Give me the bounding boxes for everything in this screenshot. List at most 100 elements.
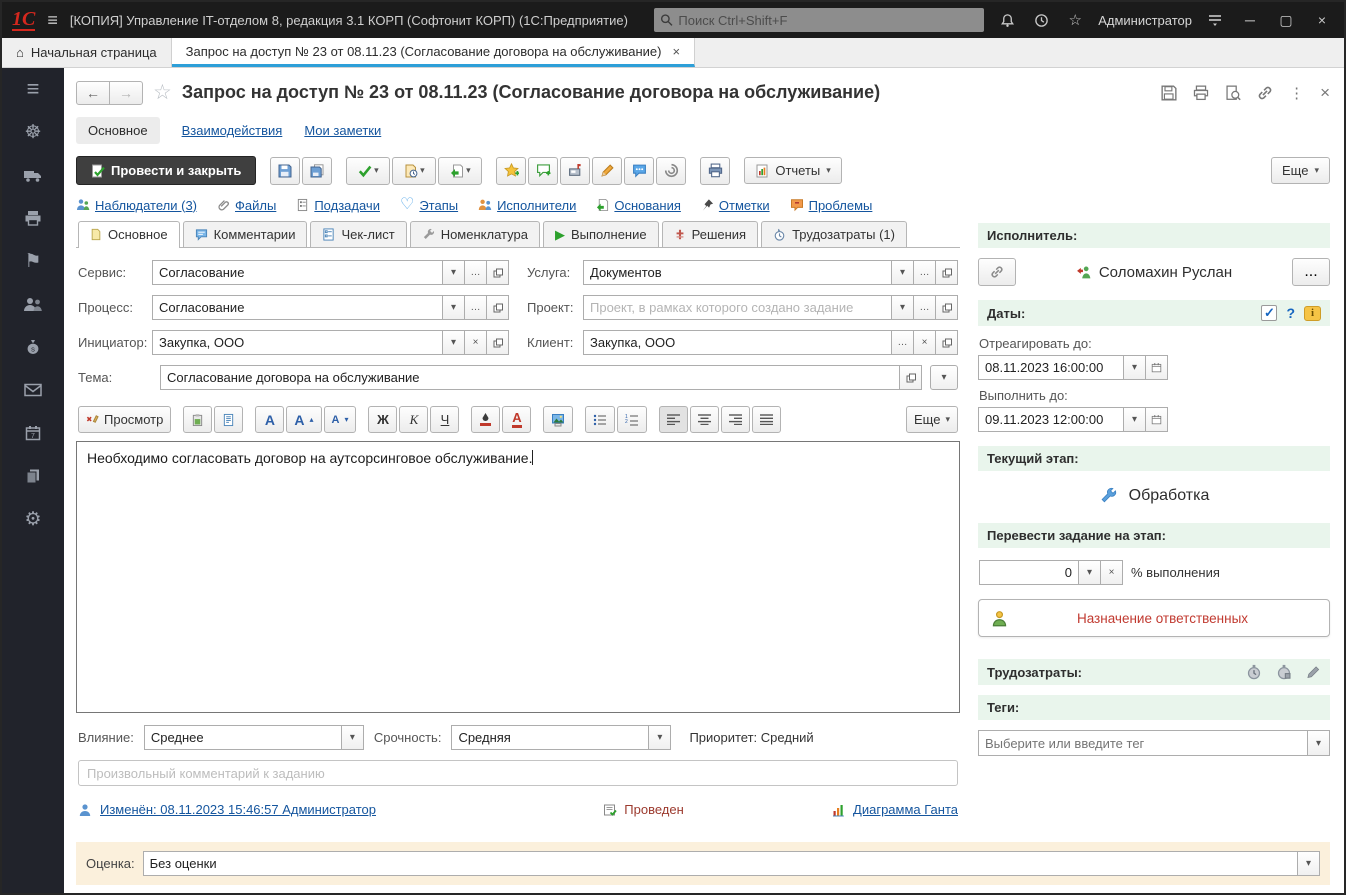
insert-picture-button[interactable] xyxy=(543,406,573,433)
italic-button[interactable]: К xyxy=(399,406,428,433)
observers-link[interactable]: Наблюдатели (3) xyxy=(76,198,197,213)
helpdesk-icon[interactable]: ☸ xyxy=(18,119,48,145)
tab-request[interactable]: Запрос на доступ № 23 от 08.11.23 (Согла… xyxy=(172,38,695,67)
offering-input[interactable] xyxy=(583,260,892,285)
react-until-dropdown[interactable]: ▾ xyxy=(1123,355,1146,380)
executor-value[interactable]: Соломахин Руслан xyxy=(1016,264,1292,281)
preview-icon[interactable] xyxy=(1225,85,1241,101)
dates-checkbox[interactable]: ✓ xyxy=(1261,305,1277,321)
urgency-input[interactable] xyxy=(451,725,649,750)
tab-execution[interactable]: ▶ Выполнение xyxy=(543,221,659,247)
post-and-close-button[interactable]: Провести и закрыть xyxy=(76,156,256,185)
paste-button[interactable] xyxy=(183,406,212,433)
align-justify-button[interactable] xyxy=(752,406,781,433)
dates-help-icon[interactable]: ? xyxy=(1286,305,1295,321)
font-smaller-button[interactable]: A▾ xyxy=(324,406,357,433)
settings-gear-icon[interactable]: ⚙ xyxy=(18,506,48,532)
more-button[interactable]: Еще ▾ xyxy=(1271,157,1330,184)
timer-start-icon[interactable] xyxy=(1246,664,1262,680)
client-open-button[interactable] xyxy=(935,330,958,355)
client-input[interactable] xyxy=(583,330,892,355)
tags-dropdown-button[interactable]: ▾ xyxy=(1307,730,1330,756)
tags-input[interactable] xyxy=(978,730,1308,756)
main-menu-icon[interactable]: ≡ xyxy=(47,10,58,31)
assign-responsible-button[interactable]: Назначение ответственных xyxy=(978,599,1330,637)
project-choose-button[interactable]: … xyxy=(913,295,936,320)
users-icon[interactable] xyxy=(18,291,48,317)
add-favorite-button[interactable] xyxy=(496,157,526,185)
documents-icon[interactable] xyxy=(18,463,48,489)
due-until-dropdown[interactable]: ▾ xyxy=(1123,407,1146,432)
mailbox-button[interactable] xyxy=(560,157,590,185)
finance-icon[interactable]: s xyxy=(18,334,48,360)
current-stage-value[interactable]: Обработка xyxy=(978,487,1330,505)
close-form-icon[interactable]: × xyxy=(1320,83,1330,103)
labor-edit-icon[interactable] xyxy=(1306,664,1321,680)
timer-stop-icon[interactable] xyxy=(1276,664,1292,680)
preview-toggle-button[interactable]: Просмотр xyxy=(78,406,171,433)
grounds-link[interactable]: Основания xyxy=(596,198,681,213)
process-choose-button[interactable]: … xyxy=(464,295,487,320)
tab-decisions[interactable]: Решения xyxy=(662,221,758,247)
delivery-icon[interactable] xyxy=(18,162,48,188)
close-window-button[interactable]: × xyxy=(1310,12,1334,28)
minimize-button[interactable]: ─ xyxy=(1238,12,1262,28)
process-dropdown-button[interactable]: ▾ xyxy=(442,295,465,320)
executor-link-button[interactable] xyxy=(978,258,1016,286)
dates-info-icon[interactable]: i xyxy=(1304,306,1321,321)
calendar-icon[interactable]: 7 xyxy=(18,420,48,446)
executor-choose-button[interactable]: ... xyxy=(1292,258,1330,286)
more-kebab-icon[interactable]: ⋮ xyxy=(1289,84,1304,102)
paste-text-button[interactable] xyxy=(214,406,243,433)
client-choose-button[interactable]: … xyxy=(891,330,914,355)
initiator-input[interactable] xyxy=(152,330,443,355)
process-open-button[interactable] xyxy=(486,295,509,320)
reports-button[interactable]: Отчеты ▾ xyxy=(744,157,841,184)
search-input[interactable] xyxy=(678,13,978,28)
global-search[interactable] xyxy=(654,8,984,32)
sections-menu-icon[interactable]: ≡ xyxy=(18,76,48,102)
align-left-button[interactable] xyxy=(659,406,688,433)
save-copy-button[interactable] xyxy=(302,157,332,185)
underline-button[interactable]: Ч xyxy=(430,406,459,433)
1c-logo-icon[interactable]: 1С xyxy=(12,9,35,31)
problems-link[interactable]: Проблемы xyxy=(790,198,873,213)
current-user[interactable]: Администратор xyxy=(1098,13,1192,28)
modified-link[interactable]: Изменён: 08.11.2023 15:46:57 Администрат… xyxy=(100,802,376,817)
offering-choose-button[interactable]: … xyxy=(913,260,936,285)
forward-button[interactable]: → xyxy=(109,81,143,105)
react-until-calendar-button[interactable] xyxy=(1145,355,1168,380)
comment-input[interactable] xyxy=(78,760,958,786)
initiator-clear-button[interactable]: × xyxy=(464,330,487,355)
discussion-button[interactable] xyxy=(624,157,654,185)
bold-button[interactable]: Ж xyxy=(368,406,397,433)
files-link[interactable]: Файлы xyxy=(217,198,276,213)
due-until-input[interactable] xyxy=(978,407,1124,432)
influence-input[interactable] xyxy=(144,725,342,750)
get-link-icon[interactable] xyxy=(1257,85,1273,101)
executors-link[interactable]: Исполнители xyxy=(478,198,576,213)
tab-comments[interactable]: Комментарии xyxy=(183,221,308,247)
tab-main[interactable]: Основное xyxy=(78,221,180,247)
highlighter-button[interactable] xyxy=(592,157,622,185)
highlight-color-button[interactable] xyxy=(471,406,500,433)
offering-open-button[interactable] xyxy=(935,260,958,285)
tab-nomenclature[interactable]: Номенклатура xyxy=(410,221,540,247)
editor-more-button[interactable]: Еще ▾ xyxy=(906,406,958,433)
service-open-button[interactable] xyxy=(486,260,509,285)
save-button[interactable] xyxy=(270,157,300,185)
align-center-button[interactable] xyxy=(690,406,719,433)
favorite-star-icon[interactable]: ☆ xyxy=(153,80,172,105)
percent-clear-button[interactable]: × xyxy=(1100,560,1123,585)
client-clear-button[interactable]: × xyxy=(913,330,936,355)
back-button[interactable]: ← xyxy=(76,81,110,105)
nav-tab-interactions[interactable]: Взаимодействия xyxy=(182,123,283,138)
due-until-calendar-button[interactable] xyxy=(1145,407,1168,432)
subtasks-link[interactable]: Подзадачи xyxy=(296,198,380,213)
tab-home[interactable]: ⌂ Начальная страница xyxy=(2,38,172,67)
maximize-button[interactable]: ▢ xyxy=(1274,12,1298,29)
add-comment-button[interactable] xyxy=(528,157,558,185)
react-until-input[interactable] xyxy=(978,355,1124,380)
subject-input[interactable] xyxy=(160,365,900,390)
business-process-button[interactable] xyxy=(656,157,686,185)
